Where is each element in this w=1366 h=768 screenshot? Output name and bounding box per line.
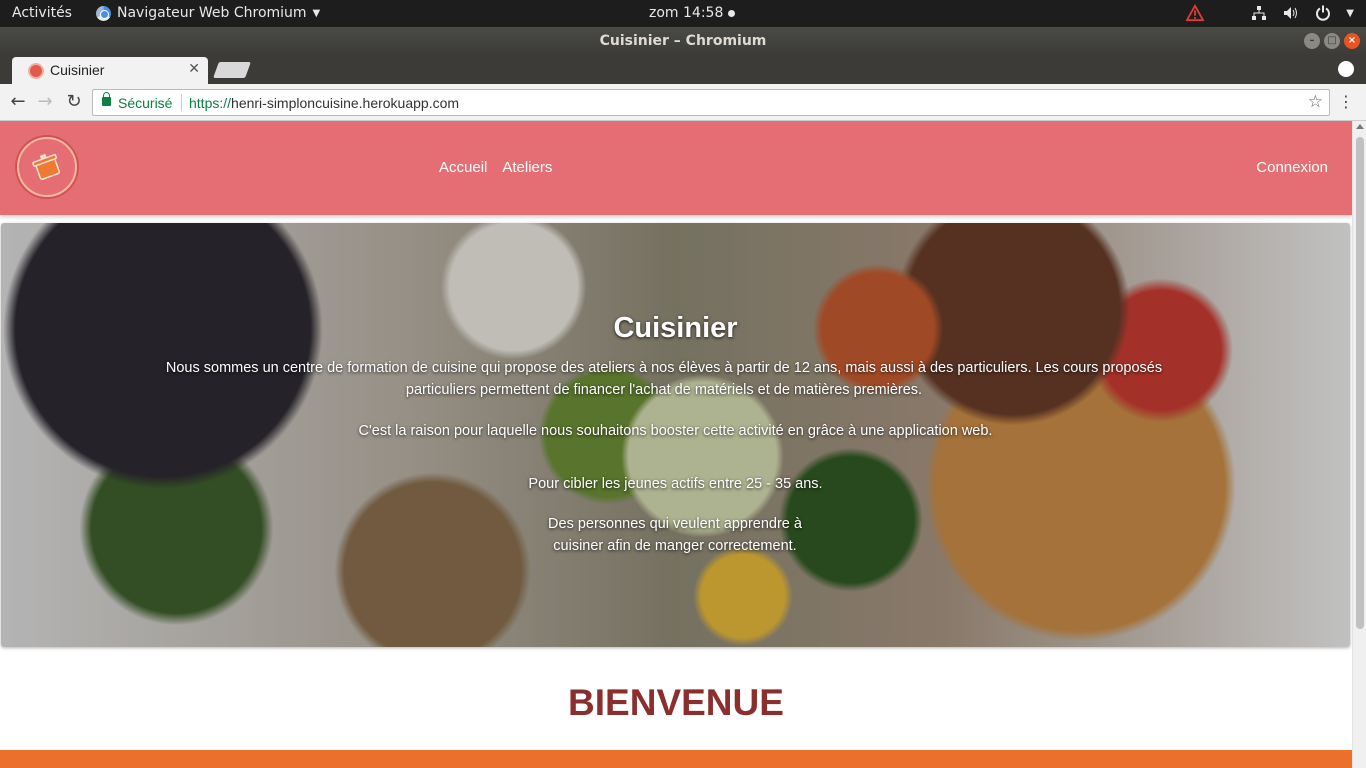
url-host: henri-simploncuisine.herokuapp.com xyxy=(231,95,460,111)
site-favicon-icon xyxy=(28,63,44,79)
lock-icon xyxy=(102,92,111,106)
system-top-bar: Activités Navigateur Web Chromium ▼ zom … xyxy=(0,0,1366,27)
app-menu-label: Navigateur Web Chromium xyxy=(117,5,307,21)
warning-icon[interactable] xyxy=(1186,4,1205,22)
new-tab-button[interactable] xyxy=(213,62,251,78)
bookmark-star-icon[interactable]: ☆ xyxy=(1308,92,1323,112)
power-icon[interactable] xyxy=(1314,4,1332,22)
hero-paragraph: C'est la raison pour laquelle nous souha… xyxy=(358,423,993,439)
hero-paragraph: Des personnes qui veulent apprendre à cu… xyxy=(548,516,802,554)
chromium-icon xyxy=(96,5,111,21)
hero-paragraph: Pour cibler les jeunes actifs entre 25 -… xyxy=(528,476,823,492)
volume-icon[interactable] xyxy=(1282,4,1300,22)
browser-toolbar: ← → ↻ Sécurisé https://henri-simploncuis… xyxy=(0,84,1366,121)
window-controls: – □ × xyxy=(1304,33,1360,49)
network-icon[interactable] xyxy=(1250,4,1268,22)
welcome-heading: BIENVENUE xyxy=(568,682,784,723)
activities-button[interactable]: Activités xyxy=(12,5,72,21)
hero-title: Cuisinier xyxy=(613,312,738,344)
url-scheme: https:// xyxy=(189,95,232,111)
hero-banner: Cuisinier Nous sommes un centre de forma… xyxy=(1,223,1350,647)
site-navbar: Accueil Ateliers Connexion xyxy=(0,121,1352,215)
reload-icon[interactable]: ↻ xyxy=(64,92,84,112)
login-link[interactable]: Connexion xyxy=(1256,159,1328,176)
maximize-icon[interactable]: □ xyxy=(1324,33,1340,49)
profile-icon[interactable] xyxy=(1338,61,1354,77)
url-text[interactable]: https://henri-simploncuisine.herokuapp.c… xyxy=(189,95,459,111)
page-scrollbar[interactable] xyxy=(1352,121,1366,768)
section-band xyxy=(0,750,1352,768)
window-title: Cuisinier – Chromium xyxy=(599,33,767,49)
close-icon[interactable]: ✕ xyxy=(188,61,200,77)
chevron-down-icon[interactable]: ▼ xyxy=(1346,8,1354,19)
nav-link-accueil[interactable]: Accueil xyxy=(439,159,487,176)
back-arrow-icon[interactable]: ← xyxy=(8,92,28,112)
secure-label[interactable]: Sécurisé xyxy=(118,95,172,111)
address-bar[interactable]: Sécurisé https://henri-simploncuisine.he… xyxy=(92,89,1330,116)
nav-link-ateliers[interactable]: Ateliers xyxy=(502,159,552,176)
nav-links: Accueil Ateliers xyxy=(439,159,552,176)
app-menu[interactable]: Navigateur Web Chromium ▼ xyxy=(96,5,320,21)
chevron-down-icon: ▼ xyxy=(312,7,321,19)
page-viewport: Accueil Ateliers Connexion Cuisinier Nou… xyxy=(0,121,1352,768)
clock[interactable]: zom 14:58 xyxy=(649,5,736,21)
hero-paragraph: Nous sommes un centre de formation de cu… xyxy=(165,360,1163,398)
system-tray: ▼ xyxy=(1186,4,1354,22)
minimize-icon[interactable]: – xyxy=(1304,33,1320,49)
divider xyxy=(181,94,182,111)
more-menu-icon[interactable]: ⋮ xyxy=(1338,92,1354,111)
site-logo[interactable] xyxy=(17,137,77,197)
close-icon[interactable]: × xyxy=(1344,33,1360,49)
scroll-up-icon[interactable] xyxy=(1356,124,1364,129)
tab-strip: Cuisinier ✕ xyxy=(0,55,1366,84)
tab-title: Cuisinier xyxy=(50,62,105,78)
browser-tab[interactable]: Cuisinier ✕ xyxy=(12,57,208,84)
forward-arrow-icon[interactable]: → xyxy=(35,92,55,112)
cooking-pot-icon xyxy=(32,153,61,181)
window-title-bar: Cuisinier – Chromium – □ × xyxy=(0,27,1366,55)
notification-dot-icon xyxy=(728,9,736,17)
scrollbar-thumb[interactable] xyxy=(1356,137,1364,629)
clock-label: zom 14:58 xyxy=(649,5,724,21)
